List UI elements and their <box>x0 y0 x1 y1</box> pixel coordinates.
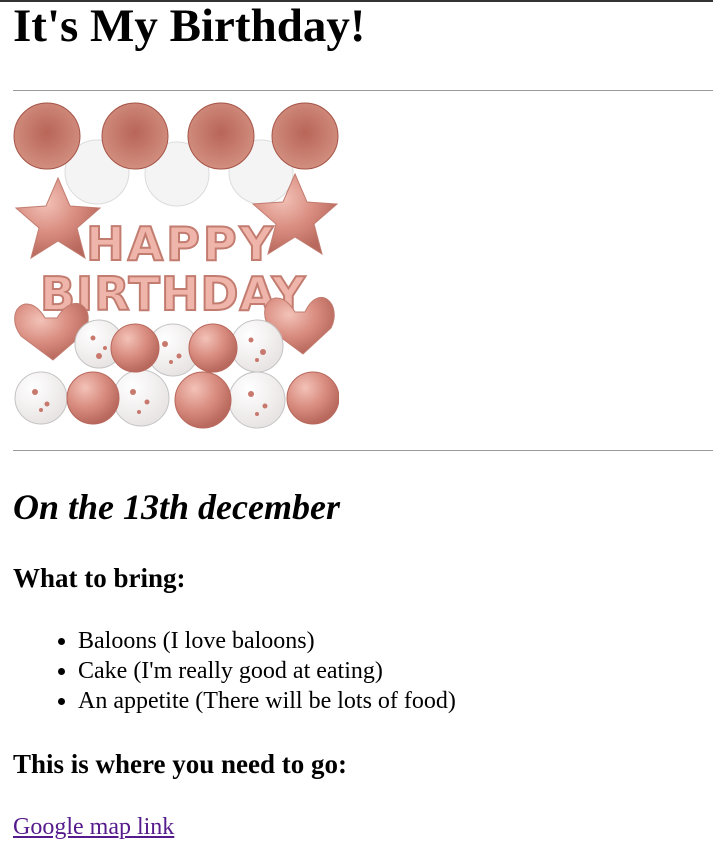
divider-top <box>13 90 713 91</box>
birthday-banner-image: HAPPY BIRTHDAY <box>13 102 339 429</box>
list-item: An appetite (There will be lots of food) <box>78 686 456 716</box>
google-map-link[interactable]: Google map link <box>13 812 174 842</box>
page-title: It's My Birthday! <box>13 0 366 52</box>
directions-heading: This is where you need to go: <box>13 749 348 779</box>
list-item: Cake (I'm really good at eating) <box>78 656 456 686</box>
party-date-heading: On the 13th december <box>13 487 340 527</box>
bring-list: Baloons (I love baloons) Cake (I'm reall… <box>13 626 456 716</box>
banner-letters-happy: HAPPY <box>86 217 276 271</box>
divider-bottom <box>13 450 713 451</box>
what-to-bring-heading: What to bring: <box>13 563 186 593</box>
list-item: Baloons (I love baloons) <box>78 626 456 656</box>
